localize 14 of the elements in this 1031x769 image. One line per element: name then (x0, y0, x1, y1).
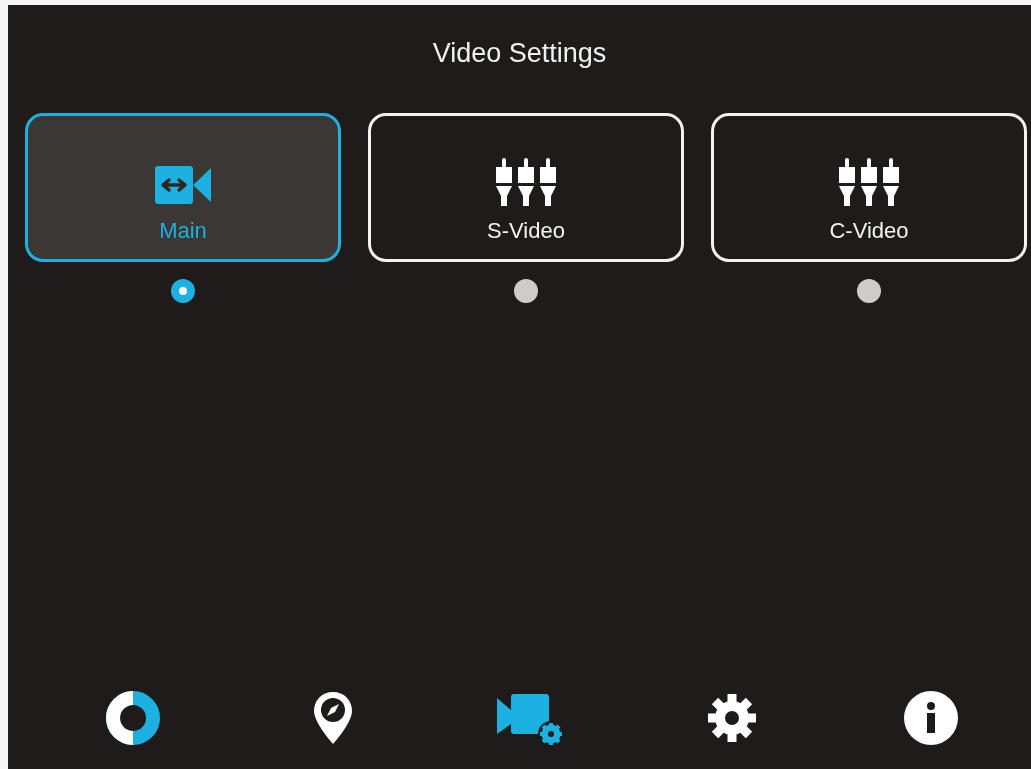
ring-chart-icon (105, 690, 161, 746)
settings-icon (705, 692, 758, 744)
rca-plugs-icon (839, 158, 899, 206)
info-icon (904, 691, 958, 745)
radio-button[interactable] (857, 279, 881, 303)
screen-title: Video Settings (432, 37, 607, 70)
source-tab[interactable]: S-Video (368, 113, 684, 262)
rca-plugs-icon (496, 158, 556, 206)
source-tab[interactable]: C-Video (711, 113, 1027, 262)
radio-button[interactable] (514, 279, 538, 303)
source-tab[interactable]: Main (25, 113, 341, 262)
location-compass-icon (311, 690, 354, 746)
video-camera-icon (155, 164, 211, 206)
radio-button[interactable] (171, 279, 195, 303)
